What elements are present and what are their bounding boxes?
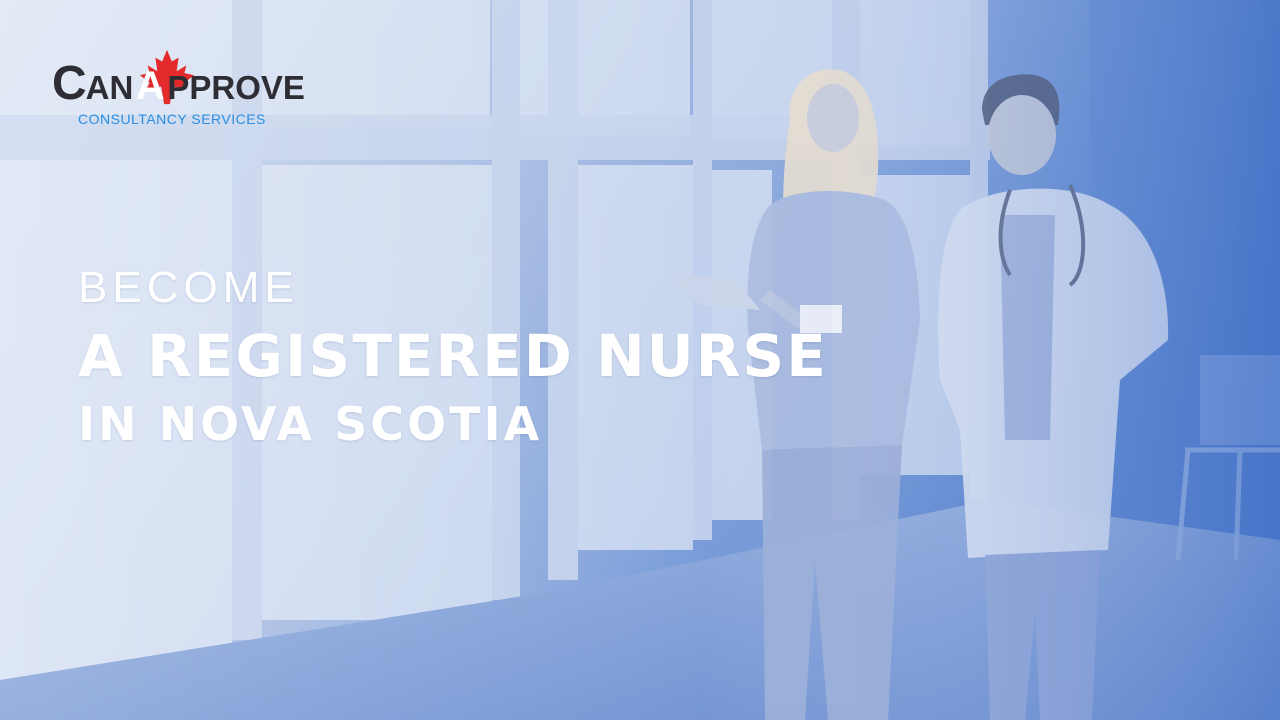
hero-headline: BECOME A REGISTERED NURSE IN NOVA SCOTIA <box>78 262 828 452</box>
logo-subtitle: CONSULTANCY SERVICES <box>78 111 266 127</box>
logo-letters-an: AN <box>85 69 134 106</box>
headline-line-become: BECOME <box>78 263 299 312</box>
logo-letters-pprove: PPROVE <box>167 69 305 106</box>
headline-line-registered-nurse: A REGISTERED NURSE <box>78 322 828 390</box>
logo-wordmark: CANAPPROVE <box>52 60 305 108</box>
logo-letter-c: C <box>52 57 87 110</box>
headline-line-nova-scotia: IN NOVA SCOTIA <box>78 397 543 451</box>
canapprove-logo[interactable]: CANAPPROVE CONSULTANCY SERVICES <box>52 49 332 130</box>
logo-letter-a: A <box>135 64 165 108</box>
